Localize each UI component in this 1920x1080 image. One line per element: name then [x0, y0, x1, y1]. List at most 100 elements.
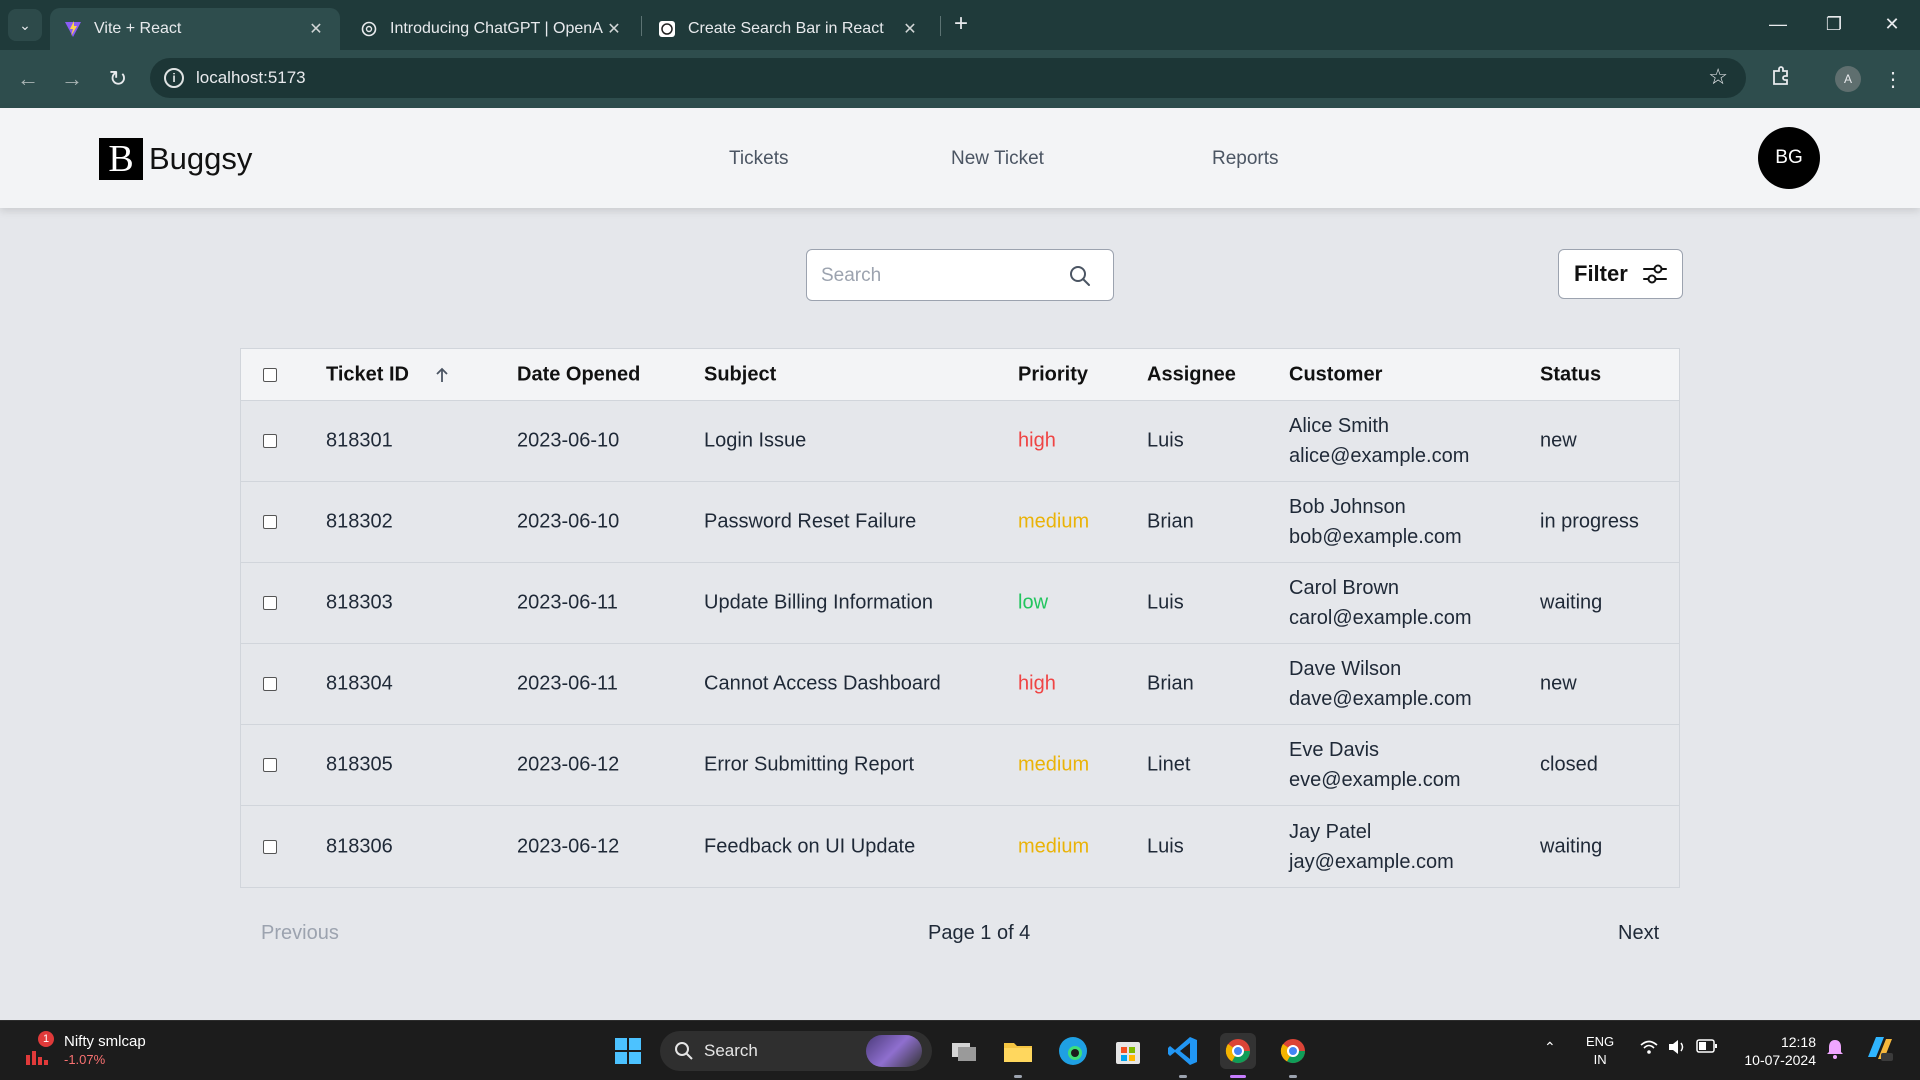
- filter-button[interactable]: Filter: [1558, 249, 1683, 299]
- restore-icon[interactable]: ❐: [1814, 10, 1854, 38]
- table-row[interactable]: 818305 2023-06-12 Error Submitting Repor…: [241, 725, 1679, 806]
- browser-tab-chatgpt[interactable]: Introducing ChatGPT | OpenAI ✕: [346, 8, 638, 50]
- logo-text: Buggsy: [149, 141, 253, 176]
- reload-icon[interactable]: ↻: [104, 66, 132, 94]
- subject: Password Reset Failure: [704, 510, 917, 533]
- tab-title: Introducing ChatGPT | OpenAI: [390, 20, 604, 37]
- address-bar[interactable]: i localhost:5173 ☆: [150, 58, 1746, 98]
- previous-page-button[interactable]: Previous: [261, 922, 339, 945]
- browser-tab-strip: ⌄ Vite + React ✕ Introducing ChatGPT | O…: [0, 0, 1920, 50]
- browser-tab-search-bar[interactable]: Create Search Bar in React ✕: [644, 8, 934, 50]
- sort-arrow-up-icon[interactable]: [433, 366, 451, 384]
- stock-ticker-widget[interactable]: 1 Nifty smlcap -1.07%: [22, 1031, 172, 1071]
- next-page-button[interactable]: Next: [1618, 922, 1659, 945]
- column-header-customer[interactable]: Customer: [1289, 363, 1382, 386]
- tab-search-chevron-icon[interactable]: ⌄: [8, 9, 42, 41]
- column-header-priority[interactable]: Priority: [1018, 363, 1088, 386]
- table-row[interactable]: 818303 2023-06-11 Update Billing Informa…: [241, 563, 1679, 644]
- priority-badge: high: [1018, 429, 1056, 452]
- column-header-ticket-id[interactable]: Ticket ID: [326, 363, 409, 386]
- app-header: B Buggsy Tickets New Ticket Reports BG: [0, 108, 1920, 208]
- date-opened: 2023-06-11: [517, 672, 618, 695]
- column-header-subject[interactable]: Subject: [704, 363, 776, 386]
- new-tab-plus-icon[interactable]: +: [948, 12, 974, 38]
- status: waiting: [1540, 591, 1603, 614]
- page-indicator: Page 1 of 4: [928, 922, 1031, 944]
- status: new: [1540, 672, 1577, 695]
- show-hidden-icons-chevron-icon[interactable]: ⌃: [1544, 1039, 1556, 1056]
- search-icon[interactable]: [1069, 265, 1091, 287]
- customer-name: Alice Smith: [1289, 415, 1390, 437]
- extensions-puzzle-icon[interactable]: [1766, 65, 1796, 95]
- taskbar-search[interactable]: Search: [660, 1031, 932, 1071]
- search-box[interactable]: [806, 249, 1114, 301]
- copilot-icon[interactable]: [1864, 1033, 1894, 1066]
- forward-arrow-icon[interactable]: →: [58, 66, 86, 94]
- user-avatar[interactable]: BG: [1758, 127, 1820, 189]
- table-row[interactable]: 818302 2023-06-10 Password Reset Failure…: [241, 482, 1679, 563]
- microsoft-store-icon[interactable]: [1110, 1033, 1146, 1069]
- customer-email: jay@example.com: [1289, 850, 1454, 873]
- profile-avatar[interactable]: A: [1835, 66, 1861, 92]
- lang-code: ENG: [1586, 1034, 1615, 1049]
- search-highlight-image: [866, 1035, 922, 1067]
- row-checkbox[interactable]: [263, 596, 277, 610]
- table-row[interactable]: 818304 2023-06-11 Cannot Access Dashboar…: [241, 644, 1679, 725]
- customer-name: Bob Johnson: [1289, 496, 1406, 518]
- close-window-icon[interactable]: ✕: [1872, 10, 1912, 38]
- back-arrow-icon[interactable]: ←: [14, 66, 42, 94]
- volume-icon[interactable]: [1668, 1039, 1686, 1058]
- notification-bell-icon[interactable]: [1826, 1039, 1844, 1062]
- chrome-icon[interactable]: [1275, 1033, 1311, 1069]
- table-row[interactable]: 818301 2023-06-10 Login Issue high Luis …: [241, 401, 1679, 482]
- active-indicator: [1230, 1075, 1246, 1078]
- running-indicator: [1014, 1075, 1022, 1078]
- column-header-date-opened[interactable]: Date Opened: [517, 363, 640, 386]
- nav-tickets[interactable]: Tickets: [729, 148, 788, 170]
- row-checkbox[interactable]: [263, 515, 277, 529]
- file-explorer-icon[interactable]: [1000, 1033, 1036, 1069]
- openai-icon: [360, 20, 378, 38]
- vscode-icon[interactable]: [1165, 1033, 1201, 1069]
- select-all-checkbox[interactable]: [263, 367, 277, 382]
- logo-mark: B: [99, 138, 143, 180]
- search-input[interactable]: [821, 262, 1051, 290]
- priority-badge: medium: [1018, 510, 1090, 533]
- system-clock[interactable]: 12:18 10-07-2024: [1738, 1033, 1816, 1069]
- windows-start-icon[interactable]: [614, 1037, 642, 1065]
- table-row[interactable]: 818306 2023-06-12 Feedback on UI Update …: [241, 806, 1679, 887]
- nav-new-ticket[interactable]: New Ticket: [951, 148, 1044, 170]
- site-info-icon[interactable]: i: [164, 68, 184, 88]
- wifi-icon[interactable]: [1640, 1039, 1658, 1058]
- sliders-icon: [1642, 264, 1667, 284]
- row-checkbox[interactable]: [263, 434, 277, 448]
- column-header-status[interactable]: Status: [1540, 363, 1601, 386]
- row-checkbox[interactable]: [263, 758, 277, 772]
- menu-kebab-icon[interactable]: ⋮: [1878, 65, 1908, 95]
- customer-name: Eve Davis: [1289, 739, 1380, 761]
- customer-email: eve@example.com: [1289, 769, 1461, 791]
- customer: Eve Davis eve@example.com: [1289, 735, 1460, 795]
- edge-browser-icon[interactable]: [1055, 1033, 1091, 1069]
- nav-reports[interactable]: Reports: [1212, 148, 1279, 170]
- battery-icon[interactable]: [1696, 1039, 1718, 1056]
- column-header-assignee[interactable]: Assignee: [1147, 363, 1236, 386]
- task-view-icon[interactable]: [946, 1033, 982, 1069]
- browser-tab-vite-react[interactable]: Vite + React ✕: [50, 8, 340, 50]
- app-logo[interactable]: B Buggsy: [99, 138, 252, 180]
- running-indicator: [1289, 1075, 1297, 1078]
- bookmark-star-icon[interactable]: ☆: [1708, 64, 1728, 90]
- row-checkbox[interactable]: [263, 839, 277, 854]
- clock-time: 12:18: [1780, 1034, 1816, 1050]
- close-tab-icon[interactable]: ✕: [306, 19, 326, 39]
- row-checkbox[interactable]: [263, 677, 277, 691]
- ticket-id: 818305: [326, 753, 393, 776]
- input-language[interactable]: ENG IN: [1586, 1033, 1614, 1069]
- assignee: Luis: [1147, 835, 1184, 857]
- close-tab-icon[interactable]: ✕: [604, 19, 624, 39]
- running-indicator: [1179, 1075, 1187, 1078]
- chrome-active-icon[interactable]: [1220, 1033, 1256, 1069]
- minimize-icon[interactable]: —: [1758, 10, 1798, 38]
- url-text[interactable]: localhost:5173: [196, 68, 306, 88]
- close-tab-icon[interactable]: ✕: [900, 19, 920, 39]
